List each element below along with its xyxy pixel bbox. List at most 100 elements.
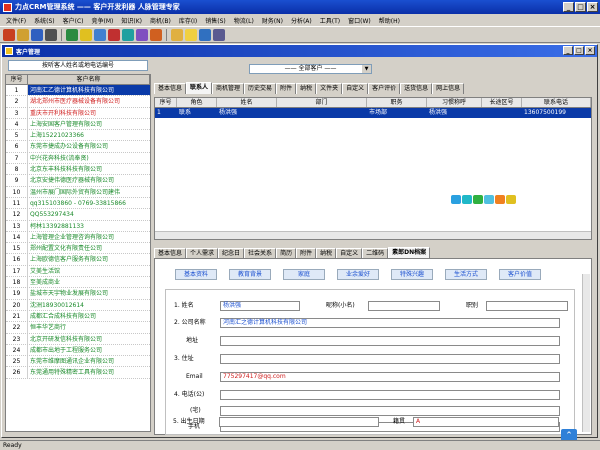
origin-field[interactable]: A [413,417,559,427]
menu-logistics[interactable]: 物流(L) [230,16,258,25]
list-item[interactable]: 19 盐城市天宇物业发展有限公司 [6,288,150,300]
tab-history[interactable]: 历史交易 [244,83,277,94]
tab-online[interactable]: 网上信息 [432,83,465,94]
tab-tax[interactable]: 纳税 [296,83,317,94]
star-icon[interactable] [80,28,92,41]
col-header-call[interactable]: 习惯称呼 [427,98,482,107]
win-maximize-button[interactable]: □ [574,46,584,55]
star-icon[interactable] [506,195,516,204]
menu-customer[interactable]: 客户(C) [59,16,88,25]
birth-field[interactable] [219,417,379,427]
menu-help[interactable]: 帮助(H) [375,16,404,25]
list-item[interactable]: 17 艾美生活馆 [6,265,150,278]
menu-sales[interactable]: 销售(S) [201,16,230,25]
qq-icon[interactable] [451,195,461,204]
table-row[interactable]: 1 联系 杨洪强 市场部 杨洪强 13607500199 [155,108,591,118]
list-item[interactable]: 5 上海15221023366 [6,130,150,142]
phone-icon[interactable] [473,195,483,204]
menu-window[interactable]: 窗口(W) [344,16,375,25]
list-item[interactable]: 18 至美成商业 [6,277,150,289]
menu-inventory[interactable]: 库存(I) [175,16,201,25]
col-header-index[interactable]: 序号 [6,75,28,84]
bulb-icon[interactable] [185,28,197,41]
search-input[interactable]: 按听客人姓名或地电话编号 [8,60,148,71]
menu-file[interactable]: 文件(F) [2,16,30,25]
phone-office-field[interactable] [220,390,560,400]
gift-icon[interactable] [150,28,162,41]
list-item[interactable]: 23 北京开研发信科技有限公司 [6,333,150,345]
list-item[interactable]: 15 郑州配置文化有限责任公司 [6,243,150,255]
vertical-scrollbar[interactable] [582,274,590,432]
col-header-area[interactable]: 长途区号 [482,98,522,107]
list-item[interactable]: 11 qq315103860 - 0769-33815866 [6,197,150,210]
list-item[interactable]: 13 柯林13392881133 [6,220,150,232]
chart-icon[interactable] [136,28,148,41]
binoculars-icon[interactable] [45,28,57,41]
col-header-dept[interactable]: 部门 [277,98,367,107]
interest-button[interactable]: 特殊兴趣 [391,269,433,280]
win-minimize-button[interactable]: _ [563,46,573,55]
menu-finance[interactable]: 财务(N) [258,16,287,25]
tab-folder[interactable]: 文件夹 [316,83,343,94]
list-item[interactable]: 12 QQ553297434 [6,209,150,221]
list-item[interactable]: 8 北京东丰科技科技有限公司 [6,164,150,176]
col-header-name[interactable]: 客户名称 [28,75,150,84]
list-item[interactable]: 10 温州市展门国际外贸有限公司建伟 [6,186,150,198]
menu-tools[interactable]: 工具(T) [316,16,344,25]
dropdown-arrow-icon[interactable]: ▼ [362,65,371,73]
tab-custom[interactable]: 自定义 [342,83,369,94]
report-icon[interactable] [108,28,120,41]
email-field[interactable]: 775297417@qq.com [220,372,560,382]
menu-analysis[interactable]: 分析(A) [287,16,316,25]
company-field[interactable]: 河南汇之德计算机科技有限公司 [220,318,560,328]
tab-basic-info[interactable]: 基本信息 [154,83,187,94]
globe-icon[interactable] [122,28,134,41]
list-item[interactable]: 3 重庆市开利科技有限公司 [6,107,150,119]
nickname-field[interactable] [368,301,440,311]
open-folder-icon[interactable] [171,28,183,41]
menu-system[interactable]: 系统(S) [30,16,59,25]
close-button[interactable]: × [587,2,598,12]
lifestyle-button[interactable]: 生活方式 [445,269,487,280]
list-item[interactable]: 2 湖北郑州市医疗器械设备有限公司 [6,96,150,108]
col-header-title[interactable]: 职务 [367,98,427,107]
tools-icon[interactable] [199,28,211,41]
win-close-button[interactable]: × [585,46,595,55]
horizontal-scrollbar[interactable] [155,231,591,239]
gender-field[interactable] [486,301,568,311]
list-item[interactable]: 16 上海欧德信客户服务有限公司 [6,254,150,266]
list-item[interactable]: 6 东莞市捷成办公设备有限公司 [6,141,150,153]
col-header-name[interactable]: 姓名 [217,98,277,107]
calendar-icon[interactable] [94,28,106,41]
exit-icon[interactable] [3,28,15,41]
education-button[interactable]: 教育背景 [229,269,271,280]
col-header-index[interactable]: 序号 [155,98,177,107]
email-icon[interactable] [462,195,472,204]
residence-field[interactable] [220,354,560,364]
list-item[interactable]: 22 恒丰华艺商行 [6,322,150,334]
help-icon[interactable] [213,28,225,41]
tab-attachments[interactable]: 附件 [276,83,297,94]
list-item[interactable]: 14 上海管理企业管理咨询有限公司 [6,231,150,244]
value-button[interactable]: 客户价值 [499,269,541,280]
folder-icon[interactable] [17,28,29,41]
menu-competition[interactable]: 竞争(M) [88,16,118,25]
address-field[interactable] [220,336,560,346]
list-item[interactable]: 25 东莞市维摩图通讯企业有限公司 [6,356,150,368]
customer-filter-select[interactable]: —— 全部客户 —— ▼ [249,64,372,74]
menu-knowledge[interactable]: 知识(K) [117,16,146,25]
list-item[interactable]: 1 河南汇乙德计算机科技有限公司 [6,85,150,97]
list-item[interactable]: 21 成都汇合成科技有限公司 [6,310,150,323]
save-icon[interactable] [31,28,43,41]
list-item[interactable]: 20 沈洲18930012614 [6,299,150,311]
hobby-button[interactable]: 业余爱好 [337,269,379,280]
col-header-phone[interactable]: 联系电话 [522,98,591,107]
list-item[interactable]: 24 成都市出地于工程服务公司 [6,344,150,357]
sms-icon[interactable] [495,195,505,204]
list-item[interactable]: 4 上海安国客户管理有限公司 [6,118,150,131]
menu-business[interactable]: 商机(B) [146,16,175,25]
list-item[interactable]: 7 中兴花奔科技(流奉贤) [6,152,150,165]
weibo-icon[interactable] [484,195,494,204]
tab-opportunities[interactable]: 商机管理 [212,83,245,94]
contacts-icon[interactable] [66,28,78,41]
